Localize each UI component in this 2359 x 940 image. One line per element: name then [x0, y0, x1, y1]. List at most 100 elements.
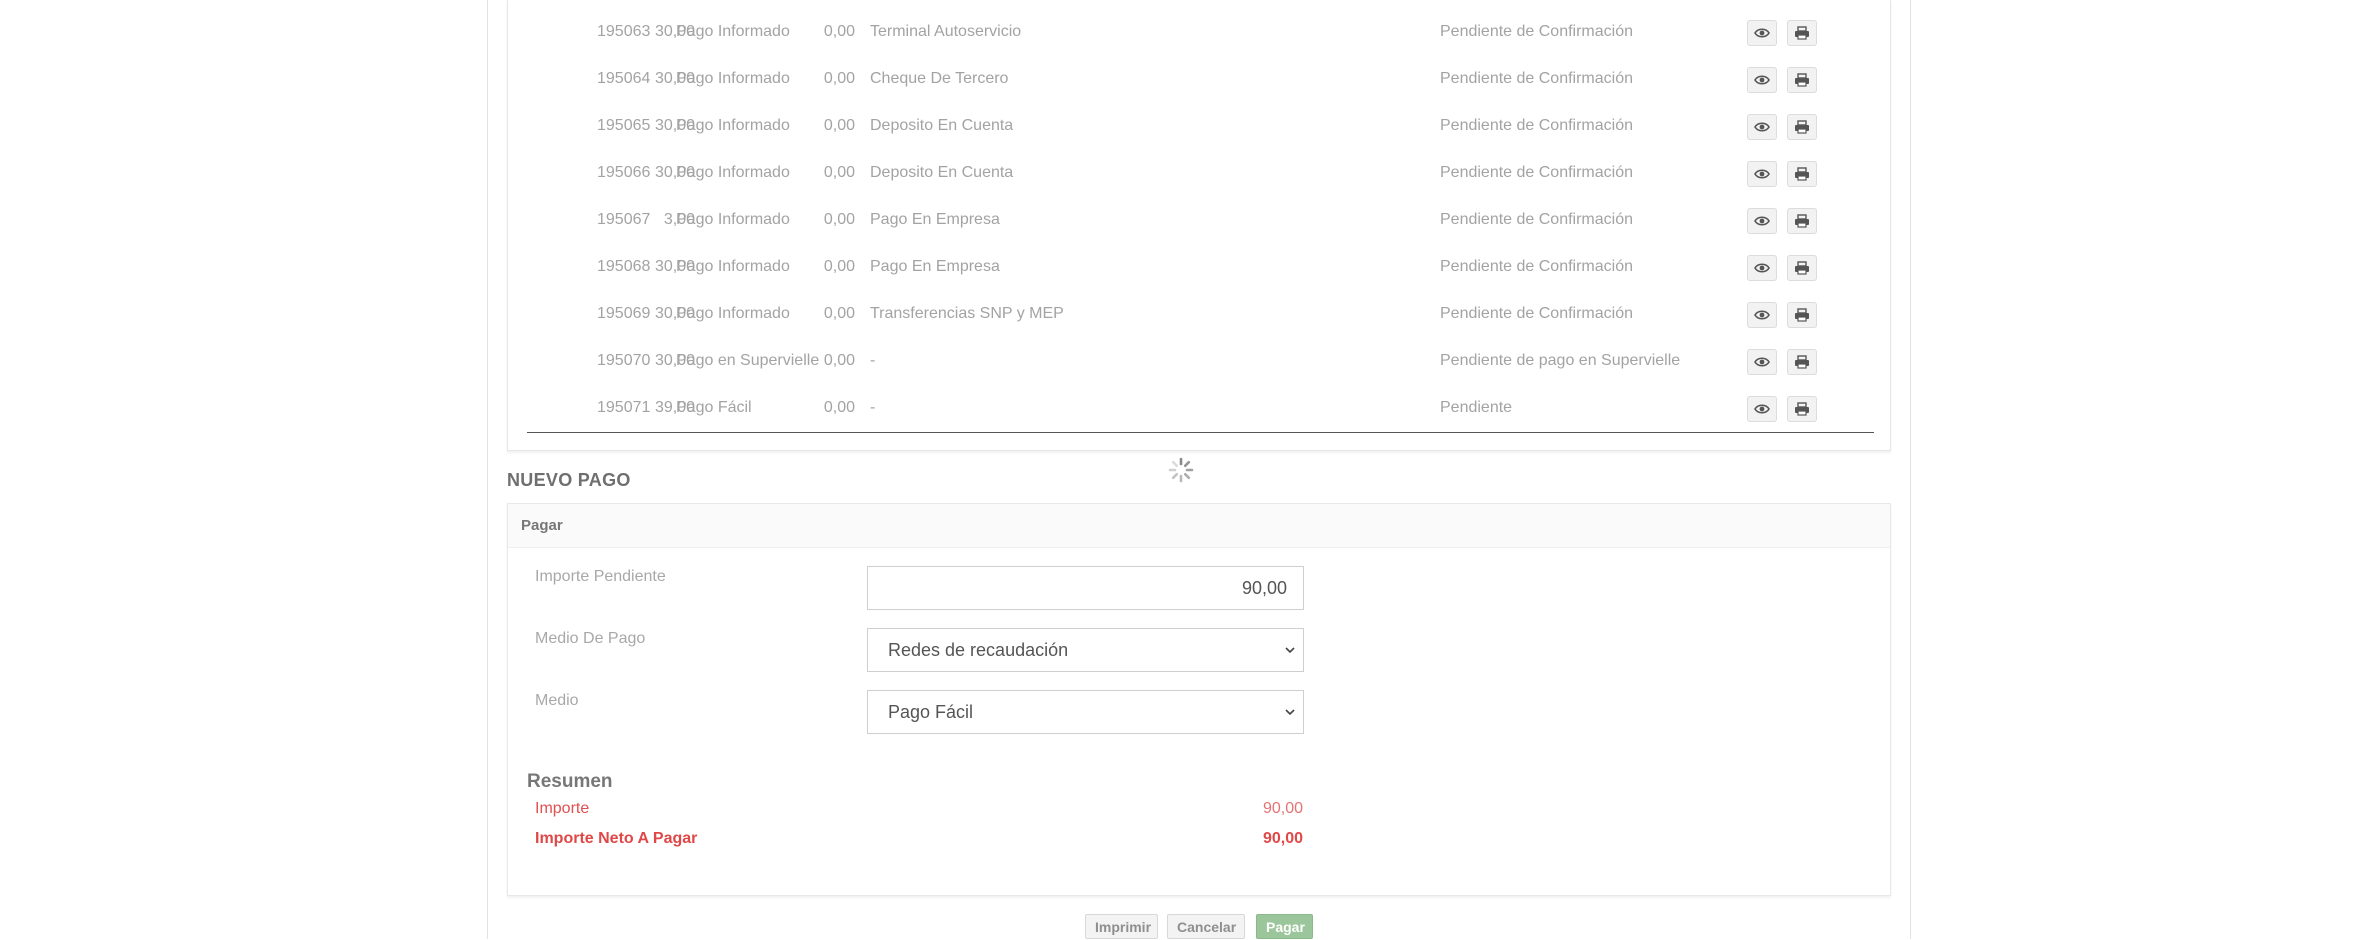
chevron-down-icon	[1285, 709, 1295, 716]
payment-medium: Pago En Empresa	[870, 258, 1000, 275]
print-button[interactable]	[1787, 114, 1817, 140]
table-row: 195069 Pago Informado Transferencias SNP…	[508, 298, 1890, 345]
eye-icon	[1754, 75, 1770, 85]
payment-status: Pendiente de Confirmación	[1440, 70, 1634, 87]
view-button[interactable]	[1747, 20, 1777, 46]
payment-amount: 30,00	[654, 352, 695, 369]
payment-discount: 0,00	[823, 117, 855, 134]
payment-amount: 3,00	[663, 211, 695, 228]
eye-icon	[1754, 28, 1770, 38]
payment-discount: 0,00	[823, 211, 855, 228]
payment-discount: 0,00	[823, 305, 855, 322]
importe-label: Importe	[535, 800, 590, 817]
print-receipt-button[interactable]: Imprimir	[1085, 914, 1158, 939]
medio-de-pago-label: Medio De Pago	[535, 630, 646, 647]
importe-pendiente-input[interactable]: 90,00	[867, 566, 1304, 610]
printer-icon	[1795, 120, 1809, 134]
medio-select[interactable]: Pago Fácil	[867, 690, 1304, 734]
payment-status: Pendiente de Confirmación	[1440, 258, 1634, 275]
spinner-icon	[1168, 457, 1194, 483]
view-button[interactable]	[1747, 349, 1777, 375]
print-button[interactable]	[1787, 20, 1817, 46]
print-button[interactable]	[1787, 302, 1817, 328]
eye-icon	[1754, 404, 1770, 414]
payment-amount: 30,00	[654, 23, 695, 40]
payment-amount: 30,00	[654, 117, 695, 134]
neto-label: Importe Neto A Pagar	[535, 830, 698, 847]
payment-status: Pendiente de Confirmación	[1440, 211, 1634, 228]
print-button[interactable]	[1787, 396, 1817, 422]
printer-icon	[1795, 214, 1809, 228]
printer-icon	[1795, 261, 1809, 275]
printer-icon	[1795, 308, 1809, 322]
payment-medium: -	[870, 352, 876, 369]
payment-status: Pendiente de Confirmación	[1440, 305, 1634, 322]
print-button[interactable]	[1787, 208, 1817, 234]
payment-discount: 0,00	[823, 352, 855, 369]
payment-medium: Cheque De Tercero	[870, 70, 1009, 87]
section-title: NUEVO PAGO	[507, 470, 631, 490]
medio-de-pago-selected: Redes de recaudación	[888, 640, 1069, 660]
printer-icon	[1795, 355, 1809, 369]
payment-discount: 0,00	[823, 258, 855, 275]
table-row: 195067 Pago Informado Pago En Empresa 3,…	[508, 204, 1890, 251]
payments-table: 195063 Pago Informado Terminal Autoservi…	[507, 0, 1891, 451]
payment-id: 195070	[597, 352, 651, 369]
payment-status: Pendiente de Confirmación	[1440, 164, 1634, 181]
payment-id: 195063	[597, 23, 651, 40]
payment-medium: Pago En Empresa	[870, 211, 1000, 228]
medio-selected: Pago Fácil	[888, 702, 974, 722]
eye-icon	[1754, 310, 1770, 320]
medio-de-pago-select[interactable]: Redes de recaudación	[867, 628, 1304, 672]
printer-icon	[1795, 73, 1809, 87]
print-button[interactable]	[1787, 349, 1817, 375]
table-row: 195068 Pago Informado Pago En Empresa 30…	[508, 251, 1890, 298]
view-button[interactable]	[1747, 396, 1777, 422]
eye-icon	[1754, 216, 1770, 226]
payment-discount: 0,00	[823, 23, 855, 40]
printer-icon	[1795, 402, 1809, 416]
payment-status: Pendiente de pago en Supervielle	[1440, 352, 1681, 369]
view-button[interactable]	[1747, 255, 1777, 281]
payment-id: 195068	[597, 258, 651, 275]
payment-amount: 30,00	[654, 70, 695, 87]
eye-icon	[1754, 122, 1770, 132]
payment-form-panel: Pagar Importe Pendiente 90,00 Medio De P…	[507, 503, 1891, 896]
payment-amount: 30,00	[654, 164, 695, 181]
view-button[interactable]	[1747, 67, 1777, 93]
payment-discount: 0,00	[823, 70, 855, 87]
payment-id: 195065	[597, 117, 651, 134]
payment-medium: Transferencias SNP y MEP	[870, 305, 1064, 322]
importe-pendiente-label: Importe Pendiente	[535, 568, 666, 585]
panel-title: Pagar	[521, 517, 563, 534]
payment-type: Pago en Supervielle	[676, 352, 820, 369]
cancel-button[interactable]: Cancelar	[1167, 914, 1245, 939]
eye-icon	[1754, 263, 1770, 273]
payment-status: Pendiente de Confirmación	[1440, 117, 1634, 134]
table-row: 195066 Pago Informado Deposito En Cuenta…	[508, 157, 1890, 204]
chevron-down-icon	[1285, 647, 1295, 654]
payment-medium: Terminal Autoservicio	[870, 23, 1022, 40]
pay-button[interactable]: Pagar	[1256, 914, 1313, 939]
payment-status: Pendiente de Confirmación	[1440, 23, 1634, 40]
print-button[interactable]	[1787, 67, 1817, 93]
view-button[interactable]	[1747, 114, 1777, 140]
table-row: 195064 Pago Informado Cheque De Tercero …	[508, 63, 1890, 110]
table-row: 195063 Pago Informado Terminal Autoservi…	[508, 16, 1890, 63]
payment-discount: 0,00	[823, 164, 855, 181]
importe-value: 90,00	[1262, 800, 1303, 817]
view-button[interactable]	[1747, 161, 1777, 187]
table-row: 195065 Pago Informado Deposito En Cuenta…	[508, 110, 1890, 157]
print-button[interactable]	[1787, 255, 1817, 281]
eye-icon	[1754, 169, 1770, 179]
neto-value: 90,00	[1262, 830, 1303, 847]
payment-id: 195066	[597, 164, 651, 181]
printer-icon	[1795, 26, 1809, 40]
payment-id: 195069	[597, 305, 651, 322]
view-button[interactable]	[1747, 302, 1777, 328]
payment-id: 195064	[597, 70, 651, 87]
payment-amount: 30,00	[654, 258, 695, 275]
view-button[interactable]	[1747, 208, 1777, 234]
print-button[interactable]	[1787, 161, 1817, 187]
eye-icon	[1754, 357, 1770, 367]
